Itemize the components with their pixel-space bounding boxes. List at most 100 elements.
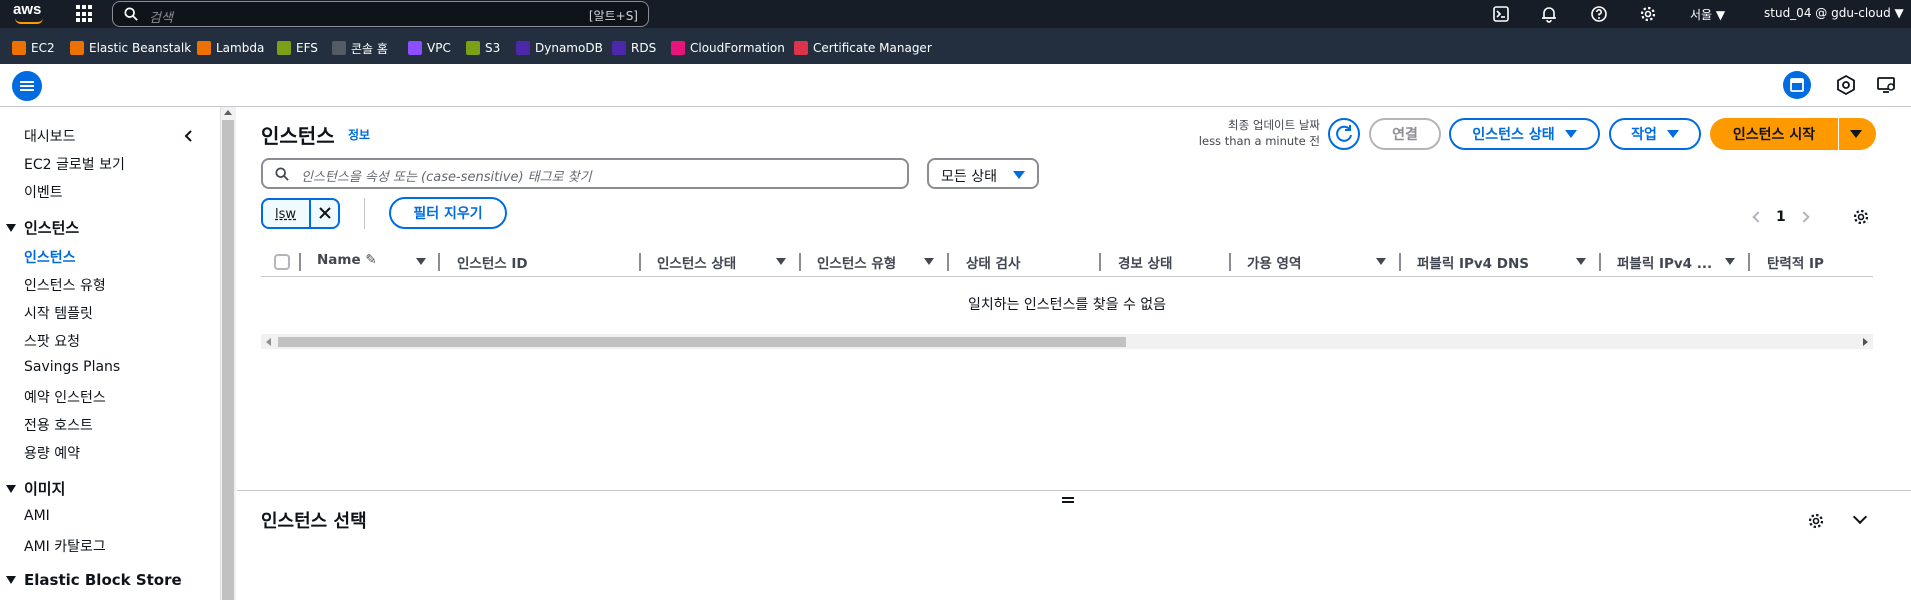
- favorite-label: Certificate Manager: [813, 41, 932, 55]
- favorite-efs[interactable]: EFS: [277, 41, 318, 55]
- favorite-certificate-manager[interactable]: Certificate Manager: [794, 41, 932, 55]
- instance-filter-input[interactable]: 인스턴스을 속성 또는 (case-sensitive) 태그로 찾기: [261, 158, 909, 189]
- rds-icon: [612, 41, 626, 55]
- nav-instance-types[interactable]: 인스턴스 유형: [24, 275, 106, 295]
- filter-token[interactable]: lsw: [261, 198, 340, 229]
- nav-reserved-instances[interactable]: 예약 인스턴스: [24, 387, 106, 407]
- help-icon[interactable]: [1590, 5, 1608, 23]
- favorite-console-home[interactable]: 콘솔 홈: [332, 41, 388, 56]
- nav-ami[interactable]: AMI: [24, 508, 50, 524]
- table-scrollbar-thumb[interactable]: [278, 337, 1126, 347]
- sort-icon[interactable]: [416, 258, 426, 265]
- last-updated: 최종 업데이트 날짜 less than a minute 전: [1199, 117, 1320, 149]
- favorite-label: EC2: [31, 41, 55, 55]
- expand-triangle-icon: [6, 484, 16, 493]
- account-menu[interactable]: stud_04 @ gdu-cloud ▼: [1764, 6, 1904, 20]
- panel-layout-icon[interactable]: [1783, 71, 1811, 99]
- nav-events[interactable]: 이벤트: [24, 182, 63, 202]
- empty-table-message: 일치하는 인스턴스를 찾을 수 없음: [967, 297, 1167, 313]
- favorite-label: Elastic Beanstalk: [89, 41, 192, 55]
- services-menu-icon[interactable]: [76, 5, 94, 23]
- favorite-lambda[interactable]: Lambda: [197, 41, 264, 55]
- nav-capacity-reservations[interactable]: 용량 예약: [24, 443, 80, 463]
- launch-instances-button[interactable]: 인스턴스 시작: [1710, 118, 1838, 150]
- refresh-button[interactable]: [1328, 118, 1360, 150]
- nav-section-ebs[interactable]: Elastic Block Store: [6, 571, 182, 589]
- nav-savings-plans[interactable]: Savings Plans: [24, 359, 120, 375]
- favorite-s3[interactable]: S3: [466, 41, 500, 55]
- notifications-bell-icon[interactable]: [1540, 5, 1558, 23]
- column-header-status-check[interactable]: 상태 검사: [966, 252, 1020, 272]
- favorite-vpc[interactable]: VPC: [408, 41, 451, 55]
- nav-dashboard[interactable]: 대시보드: [24, 126, 76, 146]
- column-divider[interactable]: [1399, 253, 1401, 271]
- caret-down-icon: [1564, 130, 1577, 138]
- launch-instances-dropdown[interactable]: [1839, 118, 1876, 150]
- column-divider: [299, 253, 301, 271]
- nav-instances[interactable]: 인스턴스: [24, 247, 76, 267]
- column-divider[interactable]: [1748, 253, 1750, 271]
- left-nav-scrollbar-thumb[interactable]: [222, 120, 234, 600]
- scroll-left-arrow-icon[interactable]: [266, 338, 271, 346]
- column-header-availability-zone[interactable]: 가용 영역: [1247, 252, 1301, 272]
- region-selector[interactable]: 서울 ▼: [1690, 6, 1725, 23]
- actions-button[interactable]: 작업: [1609, 118, 1701, 150]
- column-header-public-ipv4[interactable]: 퍼블릭 IPv4 ...: [1617, 252, 1712, 272]
- favorite-cloudformation[interactable]: CloudFormation: [671, 41, 785, 55]
- select-all-checkbox[interactable]: [274, 254, 290, 270]
- column-header-instance-id[interactable]: 인스턴스 ID: [457, 252, 528, 272]
- sort-icon[interactable]: [1376, 258, 1386, 265]
- info-link[interactable]: 정보: [348, 126, 370, 143]
- column-divider[interactable]: [1229, 253, 1231, 271]
- column-divider[interactable]: [639, 253, 641, 271]
- column-divider[interactable]: [438, 253, 440, 271]
- column-header-public-ipv4-dns[interactable]: 퍼블릭 IPv4 DNS: [1417, 252, 1529, 272]
- clear-filters-button[interactable]: 필터 지우기: [389, 197, 507, 229]
- global-search-input[interactable]: 검색 [알트+S]: [112, 1, 649, 27]
- side-nav-toggle-button[interactable]: [12, 71, 42, 101]
- state-filter-select[interactable]: 모든 상태: [927, 158, 1039, 189]
- sort-icon[interactable]: [776, 258, 786, 265]
- favorite-rds[interactable]: RDS: [612, 41, 656, 55]
- scroll-up-arrow-icon[interactable]: [224, 110, 232, 115]
- column-header-instance-state[interactable]: 인스턴스 상태: [657, 252, 736, 272]
- nav-section-images[interactable]: 이미지: [6, 478, 65, 499]
- display-settings-icon[interactable]: [1872, 71, 1900, 99]
- column-divider[interactable]: [799, 253, 801, 271]
- column-header-name[interactable]: Name ✎: [317, 252, 377, 268]
- settings-gear-icon[interactable]: [1639, 5, 1657, 23]
- column-header-instance-type[interactable]: 인스턴스 유형: [817, 252, 896, 272]
- table-preferences-gear-icon[interactable]: [1852, 208, 1870, 226]
- nav-dedicated-hosts[interactable]: 전용 호스트: [24, 415, 93, 435]
- next-page-icon[interactable]: [1798, 211, 1810, 223]
- sort-icon[interactable]: [924, 258, 934, 265]
- collapse-nav-chevron-icon[interactable]: [182, 129, 196, 143]
- nav-ami-catalog[interactable]: AMI 카탈로그: [24, 536, 106, 556]
- favorite-ec2[interactable]: EC2: [12, 41, 55, 55]
- split-panel-preferences-gear-icon[interactable]: [1807, 512, 1825, 530]
- favorite-elastic-beanstalk[interactable]: Elastic Beanstalk: [70, 41, 191, 55]
- sort-icon[interactable]: [1725, 258, 1735, 265]
- column-divider[interactable]: [1099, 253, 1101, 271]
- cloudshell-icon[interactable]: [1492, 5, 1510, 23]
- hexagon-settings-icon[interactable]: [1832, 71, 1860, 99]
- connect-button[interactable]: 연결: [1369, 118, 1441, 150]
- column-header-alarm-status[interactable]: 경보 상태: [1118, 252, 1172, 272]
- column-divider[interactable]: [1599, 253, 1601, 271]
- scroll-right-arrow-icon[interactable]: [1863, 338, 1868, 346]
- nav-ec2-global-view[interactable]: EC2 글로벌 보기: [24, 154, 125, 174]
- aws-logo[interactable]: aws: [13, 2, 47, 25]
- current-page[interactable]: 1: [1776, 209, 1786, 225]
- nav-section-instances[interactable]: 인스턴스: [6, 217, 79, 238]
- instance-state-button[interactable]: 인스턴스 상태: [1449, 118, 1600, 150]
- nav-launch-templates[interactable]: 시작 템플릿: [24, 303, 93, 323]
- split-panel-resize-handle-icon[interactable]: [1062, 497, 1074, 503]
- table-horizontal-scrollbar[interactable]: [261, 334, 1873, 349]
- favorite-dynamodb[interactable]: DynamoDB: [516, 41, 603, 55]
- nav-spot-requests[interactable]: 스팟 요청: [24, 331, 80, 351]
- column-divider[interactable]: [947, 253, 949, 271]
- previous-page-icon[interactable]: [1752, 211, 1764, 223]
- remove-filter-icon[interactable]: [317, 205, 333, 221]
- sort-icon[interactable]: [1576, 258, 1586, 265]
- column-header-elastic-ip[interactable]: 탄력적 IP: [1767, 252, 1824, 272]
